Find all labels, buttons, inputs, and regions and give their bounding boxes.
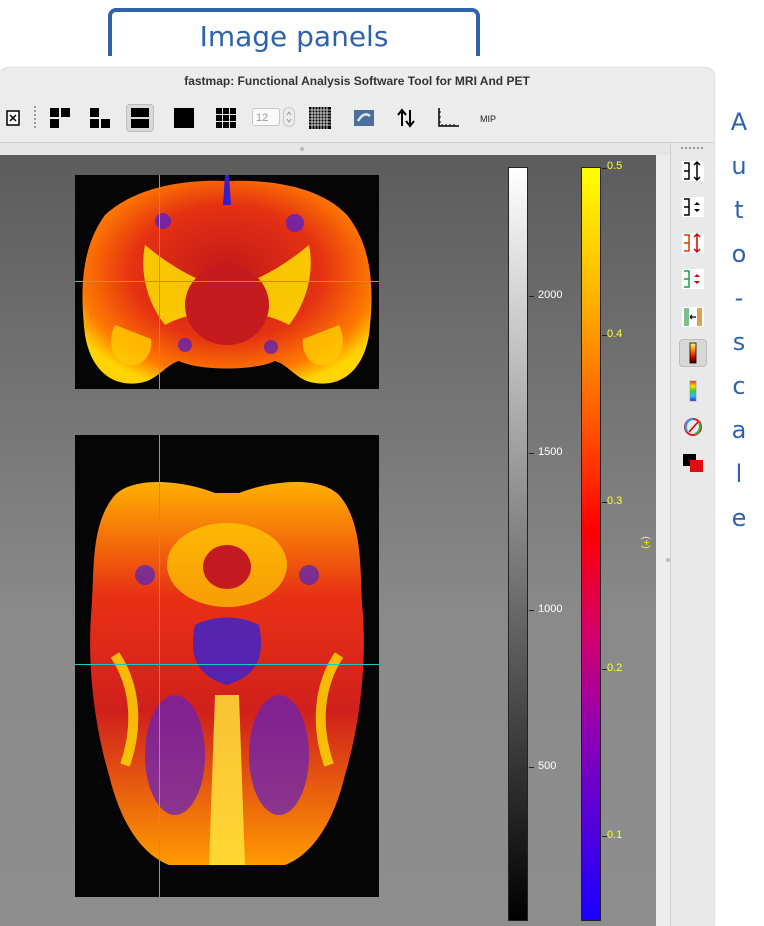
hot-label: 0.1 <box>607 829 623 841</box>
x-box-icon <box>6 110 20 126</box>
autoscale-overlay-step-button[interactable] <box>679 265 707 293</box>
hot-label: 0.4 <box>607 328 623 340</box>
autoscale-annotation-letter: c <box>732 372 746 400</box>
hot-label: 0.2 <box>607 662 623 674</box>
autoscale-annotation-letter: l <box>735 460 743 488</box>
grid-layout-icon <box>216 108 236 128</box>
crosshair-vertical[interactable] <box>159 175 160 389</box>
hot-label: 0.3 <box>607 495 623 507</box>
autoscale-overlay-range-icon <box>682 232 704 254</box>
image-panels-callout-label: Image panels <box>199 20 389 53</box>
autoscale-annotation-letter: u <box>731 152 747 180</box>
autoscale-annotation-letter: - <box>734 284 744 312</box>
autoscale-annotation-letter: s <box>732 328 746 356</box>
panel-resize-handle[interactable] <box>666 558 670 562</box>
slice-count-input[interactable]: 12 <box>252 108 280 126</box>
fastmap-window: fastmap: Functional Analysis Software To… <box>0 68 714 926</box>
hot-label: 0.5 <box>607 160 623 172</box>
grayscale-tick <box>529 610 534 611</box>
autoscale-tool-column <box>670 143 714 926</box>
overlay-blend-icon <box>683 454 703 472</box>
autoscale-annotation-letter: a <box>731 416 747 444</box>
grayscale-label: 2000 <box>538 289 563 301</box>
autoscale-annotation-letter: A <box>730 108 748 136</box>
tool-column-grip <box>681 147 705 149</box>
grayscale-tick <box>529 453 534 454</box>
two-panel-layout-icon <box>131 108 149 128</box>
rainbow-colormap-button[interactable] <box>679 377 707 405</box>
up-down-arrows-icon <box>397 108 415 128</box>
grayscale-label: 500 <box>538 760 557 772</box>
autoscale-annotation-letter: o <box>731 240 747 268</box>
link-icon <box>354 110 374 126</box>
grayscale-tick <box>529 296 534 297</box>
autoscale-annotation-letter: e <box>731 504 747 532</box>
mosaic-button[interactable] <box>306 104 334 132</box>
flip-button[interactable] <box>392 104 420 132</box>
toolbar: 12 MIP <box>0 94 714 143</box>
mip-button[interactable]: MIP <box>480 114 496 124</box>
close-all-button[interactable] <box>2 104 30 132</box>
layout-grid-button[interactable] <box>212 104 240 132</box>
coronal-brain-slice <box>82 175 372 384</box>
axes-icon <box>438 108 459 127</box>
hot-colorbar[interactable] <box>581 167 601 921</box>
layout-4-panels-button[interactable] <box>46 104 74 132</box>
crosshair-horizontal[interactable] <box>75 281 379 282</box>
slice-count-stepper[interactable] <box>283 107 295 127</box>
colorbar-position-button[interactable] <box>679 303 707 331</box>
crosshair-vertical[interactable] <box>159 435 160 897</box>
crosshair-horizontal[interactable] <box>75 664 379 665</box>
image-display-area: 2000 1500 1000 500 0.5 0.4 0.3 0.2 0.1 (… <box>0 155 656 926</box>
layout-2-panels-button[interactable] <box>126 104 154 132</box>
autoscale-range-icon <box>682 160 704 182</box>
autoscale-annotation-letter: t <box>734 196 744 224</box>
link-button[interactable] <box>350 104 378 132</box>
layout-3-panels-button[interactable] <box>86 104 114 132</box>
autoscale-step-button[interactable] <box>679 193 707 221</box>
colorbar-position-icon <box>682 307 704 327</box>
stepper-arrows-icon <box>286 111 292 123</box>
hot-colorbar-unit: (+) <box>639 536 651 549</box>
grayscale-colorbar[interactable] <box>508 167 528 921</box>
overlay-blend-button[interactable] <box>679 449 707 477</box>
autoscale-overlay-step-icon <box>682 269 704 289</box>
panel-divider-bar <box>0 143 670 155</box>
colormap-wheel-icon <box>684 418 702 436</box>
splitter-handle[interactable] <box>300 147 304 151</box>
autoscale-range-button[interactable] <box>679 157 707 185</box>
image-panel-axial[interactable] <box>75 435 379 897</box>
toolbar-separator <box>34 106 36 130</box>
grayscale-label: 1500 <box>538 446 563 458</box>
colormap-wheel-button[interactable] <box>679 413 707 441</box>
autoscale-overlay-range-button[interactable] <box>679 229 707 257</box>
autoscale-step-icon <box>682 197 704 217</box>
window-title: fastmap: Functional Analysis Software To… <box>184 74 530 88</box>
grayscale-label: 1000 <box>538 603 563 615</box>
hot-colormap-icon <box>689 342 697 364</box>
layout-1-panel-button[interactable] <box>170 104 198 132</box>
hot-colormap-button[interactable] <box>679 339 707 367</box>
four-panel-layout-icon <box>50 108 70 128</box>
three-panel-layout-icon <box>90 108 110 128</box>
rainbow-colormap-icon <box>689 380 697 402</box>
image-panel-coronal[interactable] <box>75 175 379 389</box>
single-panel-layout-icon <box>174 108 194 128</box>
mosaic-grid-icon <box>309 107 331 129</box>
axes-button[interactable] <box>434 104 462 132</box>
grayscale-tick <box>529 767 534 768</box>
axial-brain-slice <box>90 481 364 865</box>
